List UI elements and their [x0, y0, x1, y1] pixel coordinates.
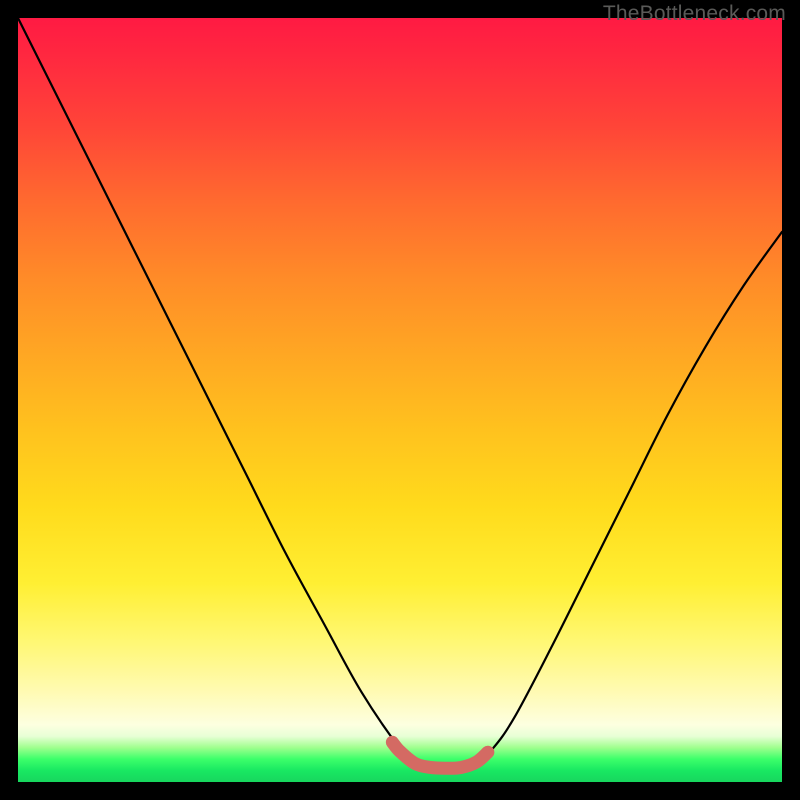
- bottleneck-curve: [18, 18, 782, 769]
- chart-stage: TheBottleneck.com: [0, 0, 800, 800]
- watermark-text: TheBottleneck.com: [603, 2, 786, 26]
- optimal-zone-marker: [392, 742, 488, 768]
- curve-layer: [18, 18, 782, 782]
- plot-area: [18, 18, 782, 782]
